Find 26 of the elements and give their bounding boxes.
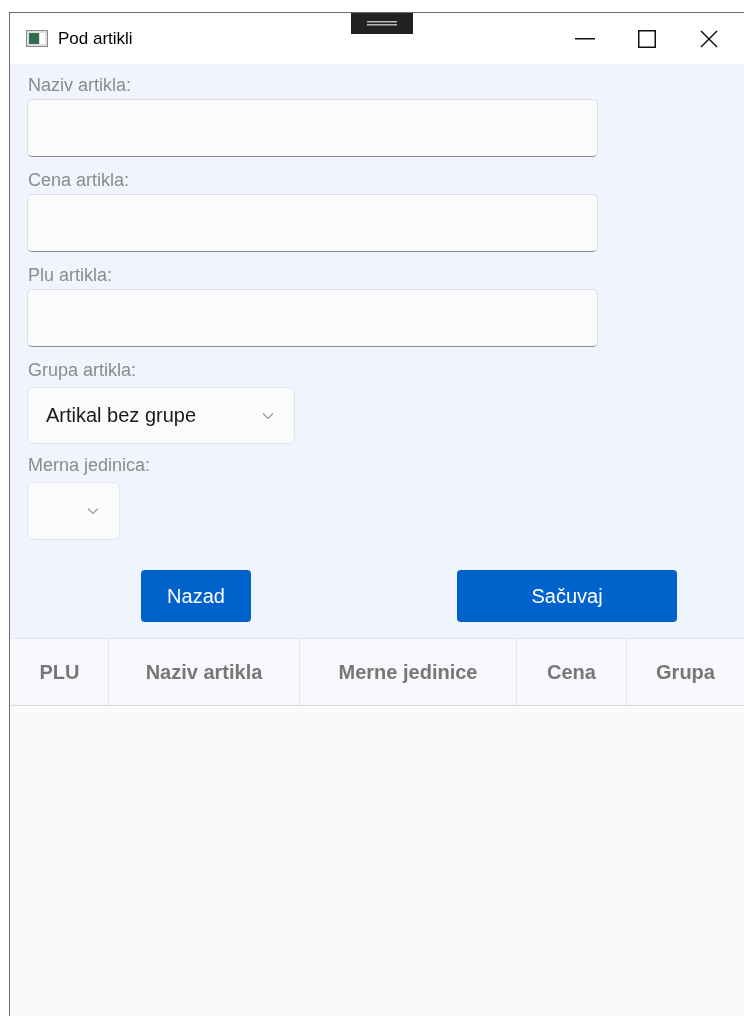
input-field[interactable] (27, 194, 598, 252)
column-header[interactable]: Cena (517, 639, 627, 705)
field-label: Grupa artikla: (28, 359, 138, 382)
column-header[interactable]: Grupa (627, 639, 744, 705)
selected-value: Artikal bez grupe (46, 404, 197, 427)
app-icon (26, 30, 48, 47)
dropdown[interactable] (27, 482, 120, 540)
field-label: Cena artikla: (28, 169, 131, 192)
column-header[interactable]: Merne jedinice (300, 639, 517, 705)
snap-handle-icon[interactable] (351, 13, 413, 34)
chevron-down-icon (87, 507, 99, 515)
close-icon (700, 29, 718, 48)
maximize-icon (638, 29, 656, 48)
chevron-down-icon (262, 411, 274, 420)
field-label: Merna jedinica: (28, 454, 152, 477)
minimize-icon (575, 37, 595, 40)
column-header[interactable]: PLU (11, 639, 109, 705)
back-button[interactable]: Nazad (141, 570, 251, 622)
field-label: Naziv artikla: (28, 74, 133, 97)
column-header[interactable]: Naziv artikla (109, 639, 300, 705)
window-title: Pod artikli (58, 28, 134, 49)
dropdown[interactable]: Artikal bez grupe (27, 387, 295, 444)
save-button[interactable]: Sačuvaj (457, 570, 677, 622)
field-label: Plu artikla: (28, 264, 114, 287)
input-field[interactable] (27, 289, 598, 347)
input-field[interactable] (27, 99, 598, 157)
